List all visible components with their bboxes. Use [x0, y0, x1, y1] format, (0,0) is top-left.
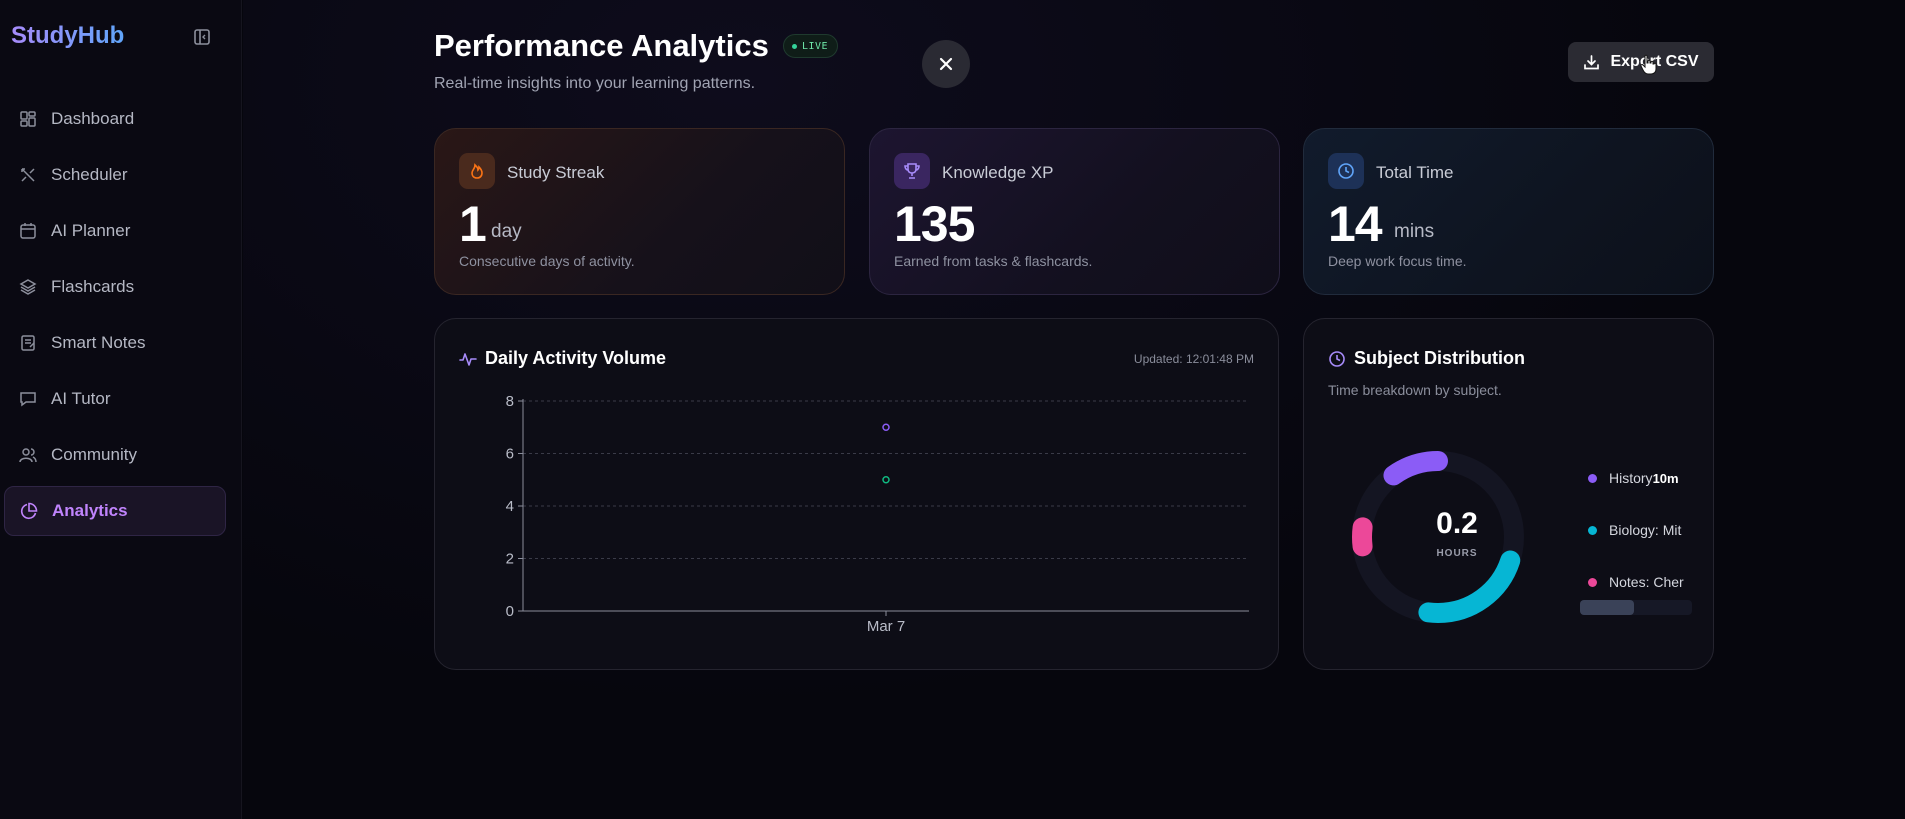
stat-value: 135 [894, 196, 975, 252]
users-icon [18, 445, 38, 465]
live-badge: LIVE [783, 34, 839, 58]
subject-distribution-card: Subject Distribution Time breakdown by s… [1303, 318, 1714, 670]
sidebar-item-label: AI Planner [51, 221, 131, 240]
pie-chart-icon [19, 501, 39, 521]
stat-desc: Deep work focus time. [1328, 253, 1467, 269]
data-point [882, 423, 890, 431]
stat-desc: Earned from tasks & flashcards. [894, 253, 1093, 269]
sidebar-item-label: AI Tutor [51, 389, 111, 408]
chat-icon [18, 389, 38, 409]
page-subtitle: Real-time insights into your learning pa… [434, 75, 756, 92]
notebook-icon [18, 333, 38, 353]
y-tick-label: 4 [506, 498, 514, 515]
close-icon [939, 57, 953, 71]
sidebar-item-label: Flashcards [51, 277, 135, 296]
stat-unit: mins [1394, 221, 1435, 242]
download-icon [1584, 54, 1600, 69]
live-dot-icon [792, 43, 797, 49]
legend-swatch [1588, 473, 1597, 483]
stat-value: 14 [1328, 196, 1383, 252]
calendar-icon [18, 221, 38, 241]
legend-name: Notes: Cher [1609, 574, 1684, 590]
legend-item[interactable]: Notes: Cher [1588, 569, 1698, 595]
legend-value: 10m [1652, 470, 1679, 486]
distribution-legend: History 10m Biology: Mit Notes: Cher [1588, 465, 1698, 621]
donut-center-label: HOURS [1436, 548, 1478, 559]
stat-label: Study Streak [507, 163, 605, 182]
legend-swatch [1588, 525, 1597, 535]
x-tick-label: Mar 7 [867, 618, 905, 635]
stat-desc: Consecutive days of activity. [459, 253, 635, 269]
grid-icon [18, 109, 38, 129]
data-point [882, 476, 890, 484]
sidebar-item-ai-tutor[interactable]: AI Tutor [4, 374, 226, 424]
sidebar-toggle-icon[interactable] [193, 28, 211, 46]
legend-scrollbar[interactable] [1580, 600, 1692, 615]
knowledge-xp-card: Knowledge XP 135 Earned from tasks & fla… [869, 128, 1280, 295]
scheduler-icon [18, 165, 38, 185]
stat-unit: day [491, 221, 522, 242]
study-streak-card: Study Streak 1 day Consecutive days of a… [434, 128, 845, 295]
brand-logo[interactable]: StudyHub [11, 22, 124, 50]
sidebar-item-analytics[interactable]: Analytics [4, 486, 226, 536]
y-tick-label: 0 [506, 603, 514, 620]
legend-scrollbar-thumb[interactable] [1580, 600, 1634, 615]
stat-label: Total Time [1376, 163, 1454, 182]
donut-center-value: 0.2 [1436, 507, 1478, 540]
page-title: Performance Analytics [434, 28, 769, 63]
legend-swatch [1588, 577, 1597, 587]
total-time-card: Total Time 14 mins Deep work focus time. [1303, 128, 1714, 295]
flame-icon [459, 153, 495, 189]
sidebar-nav: Dashboard Scheduler AI Planner Flashcard… [4, 94, 226, 542]
live-badge-label: LIVE [802, 40, 829, 52]
legend-name: Biology: Mit [1609, 522, 1682, 538]
stat-value: 1 [459, 196, 487, 252]
y-tick-label: 2 [506, 551, 514, 568]
legend-name: History [1609, 470, 1653, 486]
activity-chart: 0 2 4 6 8 Mar 7 [506, 393, 1249, 635]
sidebar-item-label: Community [51, 445, 137, 464]
sidebar-item-label: Dashboard [51, 109, 135, 128]
y-tick-label: 6 [506, 446, 514, 463]
clock-icon [1328, 153, 1364, 189]
sidebar-item-ai-planner[interactable]: AI Planner [4, 206, 226, 256]
sidebar-item-dashboard[interactable]: Dashboard [4, 94, 226, 144]
close-button[interactable] [922, 40, 970, 88]
legend-item[interactable]: Biology: Mit [1588, 517, 1698, 543]
stat-label: Knowledge XP [942, 163, 1054, 182]
layers-icon [18, 277, 38, 297]
sidebar-item-community[interactable]: Community [4, 430, 226, 480]
sidebar-item-scheduler[interactable]: Scheduler [4, 150, 226, 200]
sidebar-item-label: Smart Notes [51, 333, 146, 352]
sidebar-item-flashcards[interactable]: Flashcards [4, 262, 226, 312]
daily-activity-card: Daily Activity Volume Updated: 12:01:48 … [434, 318, 1279, 670]
legend-item[interactable]: History 10m [1588, 465, 1698, 491]
sidebar: StudyHub Dashboard Scheduler AI Planner … [0, 0, 242, 819]
sidebar-item-label: Analytics [52, 501, 128, 520]
y-tick-label: 8 [506, 393, 514, 410]
sidebar-item-smart-notes[interactable]: Smart Notes [4, 318, 226, 368]
trophy-icon [894, 153, 930, 189]
sidebar-item-label: Scheduler [51, 165, 128, 184]
hand-cursor-icon [1640, 54, 1657, 75]
